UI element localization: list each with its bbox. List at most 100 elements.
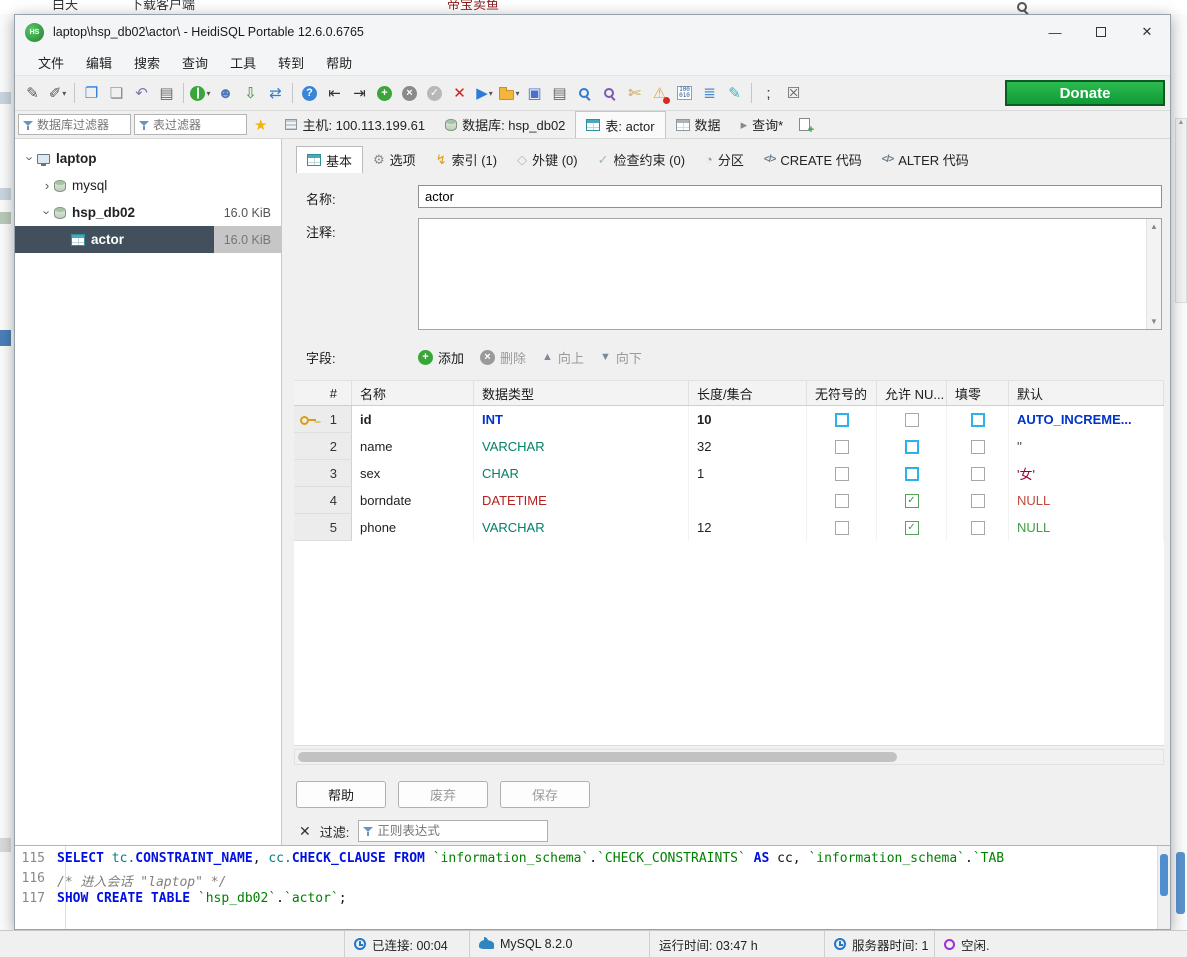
table-filter-input[interactable] — [134, 114, 247, 135]
close-filter-icon[interactable]: ✕ — [299, 823, 311, 840]
allow-null-checkbox[interactable]: ✓ — [905, 494, 919, 508]
column-name-cell[interactable]: sex — [352, 460, 474, 487]
tree-chevron-icon[interactable]: › — [23, 152, 38, 166]
database-filter-field[interactable] — [37, 118, 126, 132]
grid-row[interactable]: 1idINT10AUTO_INCREME... — [294, 406, 1164, 433]
semicolon-icon[interactable]: ; — [757, 81, 780, 105]
open-file-icon[interactable]: ▾ — [498, 81, 521, 105]
first-row-icon[interactable]: ⇤ — [323, 81, 346, 105]
regex-filter-input[interactable] — [358, 820, 548, 842]
editor-tab[interactable]: 基本 — [296, 146, 363, 173]
print-icon[interactable]: ▤ — [155, 81, 178, 105]
length-cell[interactable]: 32 — [689, 433, 807, 460]
close-button[interactable]: ✕ — [1124, 15, 1170, 49]
default-cell[interactable]: NULL — [1009, 487, 1164, 514]
zerofill-checkbox[interactable] — [971, 521, 985, 535]
sql-log[interactable]: 115SELECT tc.CONSTRAINT_NAME, cc.CHECK_C… — [15, 845, 1170, 929]
menu-item[interactable]: 查询 — [171, 49, 219, 75]
session-tab[interactable]: 主机: 100.113.199.61 — [275, 111, 435, 138]
title-bar[interactable]: HS laptop\hsp_db02\actor\ - HeidiSQL Por… — [15, 15, 1170, 49]
session-tab[interactable]: 数据 — [666, 111, 731, 138]
save-icon[interactable]: ▣ — [523, 81, 546, 105]
unsigned-checkbox[interactable] — [835, 467, 849, 481]
table-name-input[interactable] — [418, 185, 1162, 208]
find-replace-icon[interactable] — [598, 81, 621, 105]
session-tab[interactable]: ▸查询* — [731, 111, 794, 138]
comment-scrollbar[interactable]: ▲▼ — [1146, 219, 1161, 329]
field-down-button[interactable]: ▼向下 — [600, 348, 642, 367]
edit-session-dropdown-icon[interactable]: ✐▾ — [46, 81, 69, 105]
column-header[interactable]: 允许 NU... — [877, 381, 947, 405]
column-header[interactable]: 名称 — [352, 381, 474, 405]
tree-chevron-icon[interactable]: › — [40, 206, 55, 220]
tree-chevron-icon[interactable]: › — [40, 178, 54, 193]
datatype-cell[interactable]: VARCHAR — [474, 514, 689, 541]
undo-icon[interactable]: ↶ — [130, 81, 153, 105]
highlight-icon[interactable]: ✎ — [723, 81, 746, 105]
table-filter-field[interactable] — [153, 118, 242, 132]
tree-panel-splitter[interactable] — [282, 139, 294, 845]
zerofill-checkbox[interactable] — [971, 494, 985, 508]
allow-null-checkbox[interactable] — [905, 413, 919, 427]
column-name-cell[interactable]: borndate — [352, 487, 474, 514]
default-cell[interactable]: '' — [1009, 433, 1164, 460]
zerofill-checkbox[interactable] — [971, 413, 985, 427]
binary-icon[interactable]: 100010 — [673, 81, 696, 105]
unsigned-checkbox[interactable] — [835, 521, 849, 535]
new-query-tab-icon[interactable] — [799, 118, 810, 131]
editor-tab[interactable]: </>CREATE 代码 — [754, 146, 872, 173]
scroll-thumb[interactable] — [298, 752, 897, 762]
save-button[interactable]: 保存 — [500, 781, 590, 808]
help-icon[interactable]: ? — [298, 81, 321, 105]
edit-session-icon[interactable]: ✎ — [21, 81, 44, 105]
allow-null-checkbox[interactable] — [905, 467, 919, 481]
warning-icon[interactable]: ⚠ — [648, 81, 671, 105]
minimize-button[interactable]: — — [1032, 15, 1078, 49]
datatype-cell[interactable]: CHAR — [474, 460, 689, 487]
unsigned-checkbox[interactable] — [835, 413, 849, 427]
column-header[interactable]: # — [294, 381, 352, 405]
grid-row[interactable]: 5phoneVARCHAR12✓NULL — [294, 514, 1164, 541]
regex-filter-field[interactable] — [377, 824, 543, 838]
zerofill-checkbox[interactable] — [971, 440, 985, 454]
paste-icon[interactable]: ❏ — [105, 81, 128, 105]
editor-tab[interactable]: ↯索引 (1) — [426, 146, 507, 173]
datatype-cell[interactable]: VARCHAR — [474, 433, 689, 460]
column-header[interactable]: 长度/集合 — [689, 381, 807, 405]
editor-tab[interactable]: ◇外键 (0) — [507, 146, 588, 173]
reformat-icon[interactable]: ≣ — [698, 81, 721, 105]
tree-item-laptop[interactable]: ›laptop — [15, 145, 281, 172]
datatype-cell[interactable]: DATETIME — [474, 487, 689, 514]
discard-button[interactable]: 废弃 — [398, 781, 488, 808]
close-tab-icon[interactable]: ☒ — [782, 81, 805, 105]
grid-row[interactable]: 3sexCHAR1'女' — [294, 460, 1164, 487]
unsigned-checkbox[interactable] — [835, 494, 849, 508]
favorites-star-icon[interactable]: ★ — [254, 116, 267, 134]
help-button[interactable]: 帮助 — [296, 781, 386, 808]
database-filter-input[interactable] — [18, 114, 131, 135]
editor-tab[interactable]: ◔分区 — [695, 146, 754, 173]
menu-item[interactable]: 搜索 — [123, 49, 171, 75]
tree-item-hsp_db02[interactable]: ›hsp_db0216.0 KiB — [15, 199, 281, 226]
editor-tab[interactable]: ✓检查约束 (0) — [588, 146, 695, 173]
field-remove-button[interactable]: ×删除 — [480, 348, 526, 367]
zerofill-checkbox[interactable] — [971, 467, 985, 481]
cleanup-icon[interactable]: ✄ — [623, 81, 646, 105]
maximize-button[interactable] — [1078, 15, 1124, 49]
column-name-cell[interactable]: id — [352, 406, 474, 433]
allow-null-checkbox[interactable]: ✓ — [905, 521, 919, 535]
column-header[interactable]: 无符号的 — [807, 381, 877, 405]
column-name-cell[interactable]: phone — [352, 514, 474, 541]
menu-item[interactable]: 转到 — [267, 49, 315, 75]
session-tab[interactable]: 表: actor — [575, 111, 665, 138]
unsigned-checkbox[interactable] — [835, 440, 849, 454]
bulk-table-edit-icon[interactable]: ⇄ — [264, 81, 287, 105]
search-icon[interactable] — [573, 81, 596, 105]
insert-row-icon[interactable]: + — [373, 81, 396, 105]
donate-button[interactable]: Donate — [1005, 80, 1165, 106]
default-cell[interactable]: '女' — [1009, 460, 1164, 487]
menu-item[interactable]: 工具 — [219, 49, 267, 75]
grid-row[interactable]: 4borndateDATETIME✓NULL — [294, 487, 1164, 514]
editor-tab[interactable]: ⚙选项 — [363, 146, 426, 173]
column-header[interactable]: 默认 — [1009, 381, 1164, 405]
